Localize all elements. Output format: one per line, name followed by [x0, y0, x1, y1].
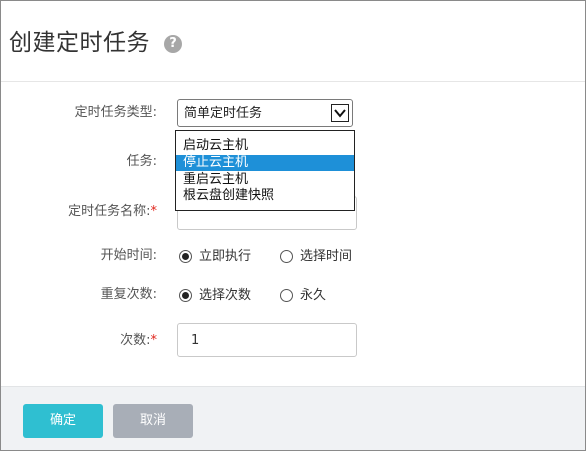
radio-select-time[interactable]	[280, 250, 293, 263]
task-type-label: 定时任务类型:	[74, 105, 157, 120]
count-input-value: 1	[191, 333, 200, 348]
task-type-select[interactable]: 简单定时任务	[177, 99, 353, 127]
radio-select-count[interactable]	[179, 289, 192, 302]
dropdown-option[interactable]: 根云盘创建快照	[176, 188, 354, 204]
question-circle-icon[interactable]: ?	[164, 35, 182, 53]
repeat-label: 重复次数:	[100, 287, 157, 302]
task-type-dropdown-list: 启动云主机 停止云主机 重启云主机 根云盘创建快照	[175, 130, 355, 211]
task-type-selected-value: 简单定时任务	[184, 106, 263, 121]
dialog-header: 创建定时任务 ?	[1, 1, 585, 82]
create-scheduled-task-dialog: 创建定时任务 ? 定时任务类型: 简单定时任务 启动云主机 停止云主机 重启云主…	[0, 0, 586, 451]
dialog-title: 创建定时任务	[9, 30, 150, 56]
chevron-down-icon[interactable]	[331, 104, 349, 122]
radio-immediate[interactable]	[179, 250, 192, 263]
dropdown-option-selected[interactable]: 停止云主机	[176, 155, 354, 171]
dropdown-option[interactable]: 重启云主机	[176, 172, 354, 188]
dialog-footer: 确定 取消	[1, 386, 585, 450]
radio-forever[interactable]	[280, 289, 293, 302]
count-input[interactable]: 1	[177, 323, 357, 357]
count-label: 次数:*	[120, 332, 157, 350]
dropdown-option[interactable]: 启动云主机	[176, 138, 354, 154]
cancel-button[interactable]: 取消	[113, 404, 193, 438]
radio-select-count-label[interactable]: 选择次数	[199, 287, 251, 305]
task-label: 任务:	[126, 154, 157, 169]
confirm-button[interactable]: 确定	[23, 404, 103, 438]
task-name-label-text: 定时任务名称:	[68, 204, 151, 219]
required-mark: *	[150, 204, 158, 219]
count-label-text: 次数:	[120, 333, 151, 348]
task-name-label: 定时任务名称:*	[68, 203, 157, 221]
radio-immediate-label[interactable]: 立即执行	[199, 248, 251, 266]
radio-forever-label[interactable]: 永久	[300, 287, 326, 305]
radio-select-time-label[interactable]: 选择时间	[300, 248, 352, 266]
start-time-label: 开始时间:	[100, 248, 157, 263]
required-mark: *	[150, 333, 158, 348]
